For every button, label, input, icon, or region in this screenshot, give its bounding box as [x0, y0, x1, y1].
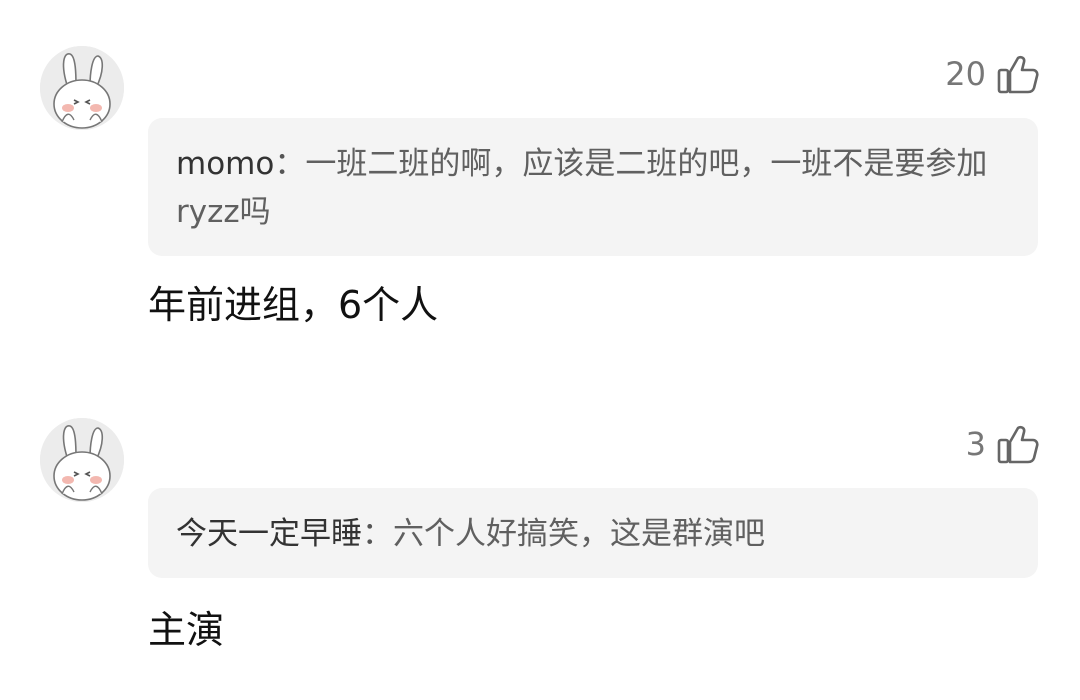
quoted-text: 六个人好搞笑，这是群演吧 [393, 516, 765, 552]
bunny-avatar-icon [40, 418, 124, 502]
thumbs-up-icon [997, 55, 1039, 94]
thumbs-up-icon [997, 425, 1039, 464]
reply-text: 年前进组，6个人 [148, 283, 439, 327]
like-count: 3 [965, 425, 986, 463]
like-button[interactable]: 20 [945, 52, 1040, 96]
quoted-author[interactable]: momo [176, 146, 274, 182]
like-count: 20 [945, 55, 986, 93]
quoted-comment[interactable]: 今天一定早睡：六个人好搞笑，这是群演吧 [148, 488, 1038, 578]
reply-text: 主演 [148, 608, 225, 652]
avatar[interactable] [40, 418, 124, 502]
quoted-comment[interactable]: momo：一班二班的啊，应该是二班的吧，一班不是要参加ryzz吗 [148, 118, 1038, 256]
avatar[interactable] [40, 46, 124, 130]
like-button[interactable]: 3 [966, 422, 1040, 466]
bunny-avatar-icon [40, 46, 124, 130]
quoted-author[interactable]: 今天一定早睡 [176, 516, 362, 552]
comment-item: 20 momo：一班二班的啊，应该是二班的吧，一班不是要参加ryzz吗 年前进组… [0, 0, 1080, 360]
comment-item: 3 今天一定早睡：六个人好搞笑，这是群演吧 主演 [0, 360, 1080, 700]
quote-separator: ： [274, 146, 306, 182]
quote-separator: ： [362, 516, 393, 552]
